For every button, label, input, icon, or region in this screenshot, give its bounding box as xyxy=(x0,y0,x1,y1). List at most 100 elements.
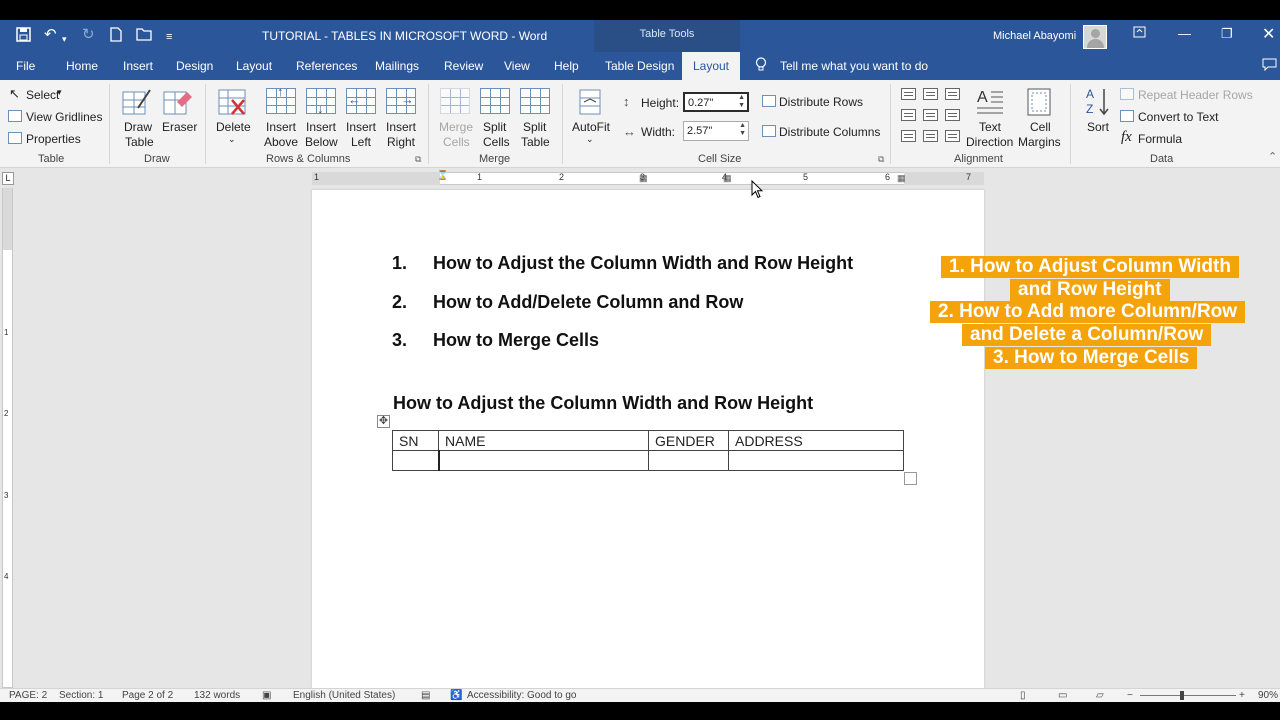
ribbon-display-options-icon[interactable] xyxy=(1133,26,1146,41)
list-item[interactable]: How to Merge Cells xyxy=(433,330,599,351)
close-icon[interactable]: ✕ xyxy=(1262,24,1275,44)
sort-button[interactable]: Sort xyxy=(1087,120,1109,134)
save-icon[interactable] xyxy=(16,27,31,46)
select-button[interactable]: Select xyxy=(26,88,59,102)
column-marker-icon[interactable]: ▦ xyxy=(723,173,732,184)
collapse-ribbon-icon[interactable]: ⌃ xyxy=(1268,150,1277,163)
document-table[interactable]: SN NAME GENDER ADDRESS xyxy=(392,430,904,471)
customize-qat-icon[interactable]: ≡ xyxy=(166,29,172,45)
avatar[interactable] xyxy=(1083,25,1107,49)
open-folder-icon[interactable] xyxy=(136,27,153,45)
account-name[interactable]: Michael Abayomi xyxy=(993,30,1076,42)
delete-dropdown-icon[interactable]: ⌄ xyxy=(228,134,236,145)
align-center-left-icon[interactable] xyxy=(901,109,916,121)
table-header-cell[interactable]: SN xyxy=(392,430,439,451)
section-heading[interactable]: How to Adjust the Column Width and Row H… xyxy=(393,393,813,414)
insert-left-label-2[interactable]: Left xyxy=(351,135,371,149)
indent-marker-icon[interactable]: ⌛ xyxy=(437,170,448,181)
width-value[interactable]: 2.57" xyxy=(687,125,712,137)
text-direction-icon[interactable]: A xyxy=(975,86,1005,119)
table-move-handle-icon[interactable]: ✥ xyxy=(377,415,390,428)
merge-cells-icon[interactable] xyxy=(440,88,470,114)
column-marker-icon[interactable]: ▦ xyxy=(639,173,648,184)
properties-button[interactable]: Properties xyxy=(26,132,81,146)
insert-right-label-2[interactable]: Right xyxy=(387,135,415,149)
split-cells-label-2[interactable]: Cells xyxy=(483,135,510,149)
zoom-level[interactable]: 90% xyxy=(1258,690,1278,701)
text-direction-label-2[interactable]: Direction xyxy=(966,135,1013,149)
autofit-icon[interactable] xyxy=(578,88,602,119)
maximize-icon[interactable]: ❐ xyxy=(1221,26,1233,42)
tab-table-design[interactable]: Table Design xyxy=(605,59,674,73)
height-value[interactable]: 0.27" xyxy=(688,97,713,109)
align-top-left-icon[interactable] xyxy=(901,88,916,100)
table-cell[interactable] xyxy=(648,450,729,471)
status-section[interactable]: Section: 1 xyxy=(59,690,103,701)
insert-below-label-1[interactable]: Insert xyxy=(306,120,336,134)
tab-table-layout-active[interactable]: Layout xyxy=(682,52,740,81)
tab-file[interactable]: File xyxy=(16,59,35,73)
zoom-in-icon[interactable]: + xyxy=(1239,690,1245,701)
tab-layout[interactable]: Layout xyxy=(236,59,272,73)
align-bottom-center-icon[interactable] xyxy=(923,130,938,142)
status-page-count[interactable]: Page 2 of 2 xyxy=(122,690,173,701)
proofing-icon[interactable]: ▣ xyxy=(262,690,271,701)
cell-margins-icon[interactable] xyxy=(1027,88,1051,119)
redo-icon[interactable]: ↻ xyxy=(82,27,95,43)
zoom-out-icon[interactable]: − xyxy=(1127,690,1133,701)
vertical-ruler[interactable] xyxy=(2,188,13,688)
distribute-rows-button[interactable]: Distribute Rows xyxy=(779,95,863,109)
delete-button[interactable]: Delete xyxy=(216,120,251,134)
delete-table-icon[interactable] xyxy=(218,88,248,119)
eraser-icon[interactable] xyxy=(163,88,193,119)
tab-view[interactable]: View xyxy=(504,59,530,73)
select-dropdown-icon[interactable]: ▾ xyxy=(57,87,62,98)
table-header-cell[interactable]: NAME xyxy=(438,430,649,451)
undo-icon[interactable]: ↶ xyxy=(44,27,57,43)
web-layout-icon[interactable]: ▱ xyxy=(1096,690,1104,701)
column-marker-icon[interactable]: ▦ xyxy=(897,173,906,184)
distribute-columns-button[interactable]: Distribute Columns xyxy=(779,125,880,139)
tab-references[interactable]: References xyxy=(296,59,357,73)
insert-above-label-1[interactable]: Insert xyxy=(266,120,296,134)
track-changes-icon[interactable]: ▤ xyxy=(421,690,430,701)
cell-margins-label-2[interactable]: Margins xyxy=(1018,135,1061,149)
table-resize-handle-icon[interactable] xyxy=(904,472,917,485)
table-cell[interactable] xyxy=(437,450,649,471)
status-accessibility[interactable]: Accessibility: Good to go xyxy=(467,690,577,701)
align-bottom-left-icon[interactable] xyxy=(901,130,916,142)
autofit-button[interactable]: AutoFit xyxy=(572,120,610,134)
width-spinner[interactable]: 2.57" ▲ ▼ xyxy=(683,121,749,141)
status-language[interactable]: English (United States) xyxy=(293,690,395,701)
split-table-label-2[interactable]: Table xyxy=(521,135,550,149)
insert-left-label-1[interactable]: Insert xyxy=(346,120,376,134)
merge-cells-label-2[interactable]: Cells xyxy=(443,135,470,149)
status-word-count[interactable]: 132 words xyxy=(194,690,240,701)
insert-below-label-2[interactable]: Below xyxy=(305,135,338,149)
split-cells-label-1[interactable]: Split xyxy=(483,120,506,134)
cell-margins-label-1[interactable]: Cell xyxy=(1030,120,1051,134)
draw-table-label-2[interactable]: Table xyxy=(125,135,154,149)
split-table-label-1[interactable]: Split xyxy=(523,120,546,134)
align-center-right-icon[interactable] xyxy=(945,109,960,121)
new-document-icon[interactable] xyxy=(110,27,122,46)
tell-me-search[interactable]: Tell me what you want to do xyxy=(780,59,928,73)
view-gridlines-button[interactable]: View Gridlines xyxy=(26,110,102,124)
align-bottom-right-icon[interactable] xyxy=(945,130,960,142)
undo-dropdown-icon[interactable]: ▾ xyxy=(62,31,67,47)
tab-mailings[interactable]: Mailings xyxy=(375,59,419,73)
align-top-center-icon[interactable] xyxy=(923,88,938,100)
tab-help[interactable]: Help xyxy=(554,59,579,73)
draw-table-label-1[interactable]: Draw xyxy=(124,120,152,134)
comments-icon[interactable] xyxy=(1262,58,1277,74)
spinner-arrows-icon[interactable]: ▲ ▼ xyxy=(739,122,746,138)
zoom-slider-thumb[interactable] xyxy=(1180,691,1184,700)
zoom-slider[interactable] xyxy=(1140,695,1236,696)
dialog-launcher-icon[interactable]: ⧉ xyxy=(878,154,884,165)
autofit-dropdown-icon[interactable]: ⌄ xyxy=(586,134,594,145)
table-header-cell[interactable]: ADDRESS xyxy=(728,430,904,451)
eraser-button[interactable]: Eraser xyxy=(162,120,197,134)
align-center-icon[interactable] xyxy=(923,109,938,121)
accessibility-icon[interactable]: ♿ xyxy=(450,690,462,701)
spinner-arrows-icon[interactable]: ▲ ▼ xyxy=(738,94,745,110)
